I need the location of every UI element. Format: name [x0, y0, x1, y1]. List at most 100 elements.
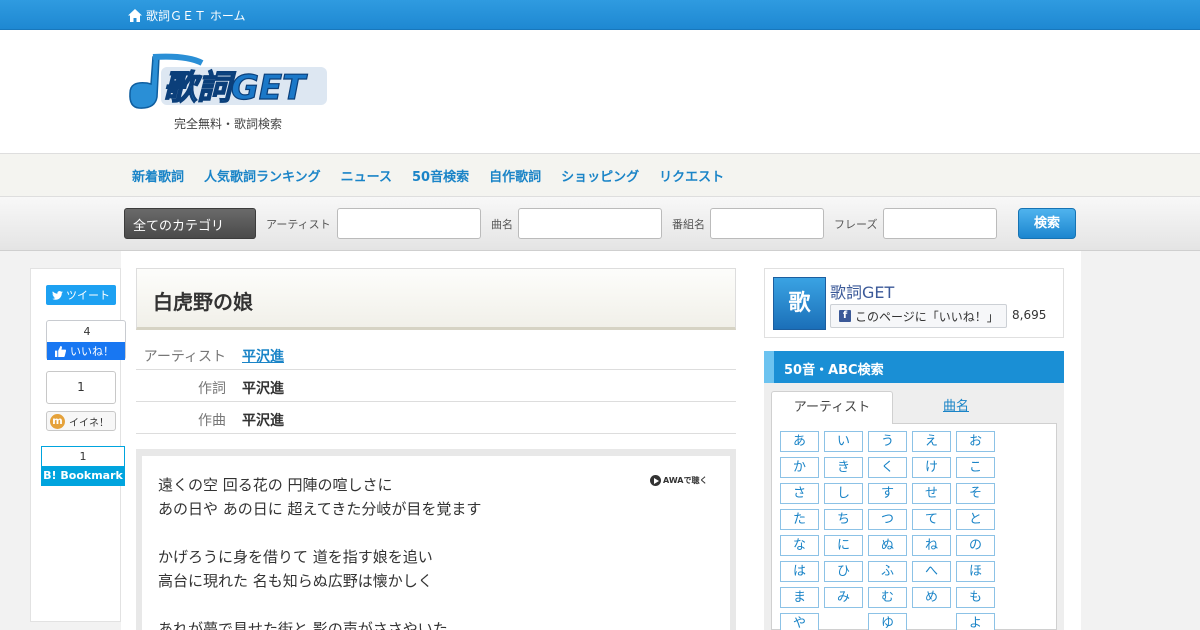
- global-nav: 新着歌詞 人気歌詞ランキング ニュース 50音検索 自作歌詞 ショッピング リク…: [0, 153, 1200, 197]
- kana-button[interactable]: と: [956, 509, 995, 530]
- phrase-label: フレーズ: [834, 218, 878, 231]
- kana-button[interactable]: す: [868, 483, 907, 504]
- awa-label: AWAで聴く: [663, 476, 708, 485]
- page-like-button[interactable]: f このページに「いいね！」: [830, 304, 1007, 328]
- hatena-b-icon: B!: [43, 469, 57, 482]
- kana-button[interactable]: う: [868, 431, 907, 452]
- facebook-icon: f: [839, 310, 851, 322]
- kana-button[interactable]: せ: [912, 483, 951, 504]
- song-label: 曲名: [491, 218, 513, 231]
- kana-button[interactable]: ま: [780, 587, 819, 608]
- nav-item-new-lyrics[interactable]: 新着歌詞: [132, 166, 184, 185]
- lyric-line: かげろうに身を借りて 道を指す娘を追い: [158, 548, 433, 566]
- nav-item-shopping[interactable]: ショッピング: [561, 166, 639, 185]
- lyricist-value: 平沢進: [242, 381, 284, 397]
- kana-button[interactable]: か: [780, 457, 819, 478]
- site-logo[interactable]: 歌詞GET: [127, 53, 329, 111]
- tab-artist[interactable]: アーティスト: [771, 391, 893, 424]
- thumbs-up-icon: [55, 345, 66, 357]
- kana-button[interactable]: ほ: [956, 561, 995, 582]
- kana-button[interactable]: み: [824, 587, 863, 608]
- lyric-line: あれが夢で見せた街と 影の声がささやいた: [158, 620, 448, 630]
- mixi-check-button[interactable]: m イイネ！: [46, 411, 116, 431]
- kana-button[interactable]: ふ: [868, 561, 907, 582]
- tab-song[interactable]: 曲名: [900, 391, 1012, 423]
- awa-listen-link[interactable]: AWAで聴く: [650, 475, 708, 486]
- kana-button[interactable]: ゆ: [868, 613, 907, 630]
- lyric-line: あの日や あの日に 超えてきた分岐が目を覚ます: [158, 500, 482, 518]
- kana-button[interactable]: こ: [956, 457, 995, 478]
- search-button[interactable]: 検索: [1018, 208, 1076, 239]
- kana-button[interactable]: く: [868, 457, 907, 478]
- kana-button[interactable]: ち: [824, 509, 863, 530]
- kana-button[interactable]: て: [912, 509, 951, 530]
- nav-item-original-lyrics[interactable]: 自作歌詞: [489, 166, 541, 185]
- lyric-line: 高台に現れた 名も知らぬ広野は懐かしく: [158, 572, 433, 590]
- kana-button[interactable]: し: [824, 483, 863, 504]
- kana-button[interactable]: へ: [912, 561, 951, 582]
- artist-row: アーティスト 平沢進: [136, 338, 736, 370]
- kana-search-heading: 50音・ABC検索: [764, 351, 1064, 383]
- kana-button[interactable]: の: [956, 535, 995, 556]
- nav-item-request[interactable]: リクエスト: [659, 166, 724, 185]
- site-tagline: 完全無料・歌詞検索: [174, 117, 283, 131]
- search-bar: 全てのカテゴリ アーティスト 曲名 番組名 フレーズ 検索: [0, 197, 1200, 251]
- kana-button[interactable]: あ: [780, 431, 819, 452]
- hatena-count: 1: [41, 446, 125, 466]
- kana-button[interactable]: に: [824, 535, 863, 556]
- lyric-line: 遠くの空 回る花の 円陣の喧しさに: [158, 476, 393, 494]
- kana-button[interactable]: や: [780, 613, 819, 630]
- facebook-like-button[interactable]: いいね！: [47, 342, 125, 360]
- site-header: 歌詞GET 完全無料・歌詞検索: [0, 31, 1200, 153]
- kana-button[interactable]: め: [912, 587, 951, 608]
- kana-button[interactable]: も: [956, 587, 995, 608]
- kana-button[interactable]: き: [824, 457, 863, 478]
- kana-button[interactable]: ね: [912, 535, 951, 556]
- composer-value: 平沢進: [242, 413, 284, 429]
- program-input[interactable]: [710, 208, 824, 239]
- mixi-count: 1: [46, 371, 116, 404]
- mixi-label: イイネ！: [69, 417, 109, 429]
- lyrics-body: AWAで聴く 遠くの空 回る花の 円陣の喧しさに あの日や あの日に 超えてきた…: [142, 456, 730, 630]
- page-avatar[interactable]: 歌: [773, 277, 826, 330]
- home-label: 歌詞ＧＥＴ ホーム: [146, 9, 246, 23]
- play-icon: [650, 475, 661, 486]
- kana-button[interactable]: つ: [868, 509, 907, 530]
- composer-row: 作曲 平沢進: [136, 402, 736, 434]
- artist-link[interactable]: 平沢進: [242, 346, 284, 366]
- kana-button[interactable]: よ: [956, 613, 995, 630]
- mixi-icon: m: [50, 413, 65, 429]
- home-link[interactable]: 歌詞ＧＥＴ ホーム: [128, 7, 245, 24]
- facebook-like-box: 4 いいね！: [46, 320, 126, 360]
- kana-button[interactable]: け: [912, 457, 951, 478]
- nav-item-kana-search[interactable]: 50音検索: [412, 166, 469, 185]
- page-name[interactable]: 歌詞GET: [830, 279, 894, 303]
- tweet-button[interactable]: ツイート: [46, 285, 116, 305]
- kana-button[interactable]: え: [912, 431, 951, 452]
- page-like-label: このページに「いいね！」: [855, 309, 999, 324]
- kana-button[interactable]: な: [780, 535, 819, 556]
- hatena-bookmark-button[interactable]: B! Bookmark: [41, 466, 125, 486]
- kana-button[interactable]: は: [780, 561, 819, 582]
- artist-key: アーティスト: [143, 349, 226, 365]
- artist-input[interactable]: [337, 208, 481, 239]
- program-label: 番組名: [672, 218, 705, 231]
- nav-item-ranking[interactable]: 人気歌詞ランキング: [204, 166, 321, 185]
- facebook-page-widget: 歌 歌詞GET f このページに「いいね！」 8,695: [764, 268, 1064, 338]
- kana-button[interactable]: ひ: [824, 561, 863, 582]
- home-icon: [128, 9, 142, 22]
- kana-button[interactable]: い: [824, 431, 863, 452]
- category-select[interactable]: 全てのカテゴリ: [124, 208, 256, 239]
- kana-button[interactable]: そ: [956, 483, 995, 504]
- facebook-like-count: 4: [83, 325, 91, 338]
- kana-button[interactable]: お: [956, 431, 995, 452]
- kana-button[interactable]: た: [780, 509, 819, 530]
- twitter-bird-icon: [52, 290, 63, 300]
- kana-button[interactable]: ぬ: [868, 535, 907, 556]
- song-input[interactable]: [518, 208, 662, 239]
- phrase-input[interactable]: [883, 208, 997, 239]
- kana-button[interactable]: む: [868, 587, 907, 608]
- kana-button[interactable]: さ: [780, 483, 819, 504]
- nav-item-news[interactable]: ニュース: [341, 166, 392, 185]
- lyricist-key: 作詞: [198, 381, 226, 397]
